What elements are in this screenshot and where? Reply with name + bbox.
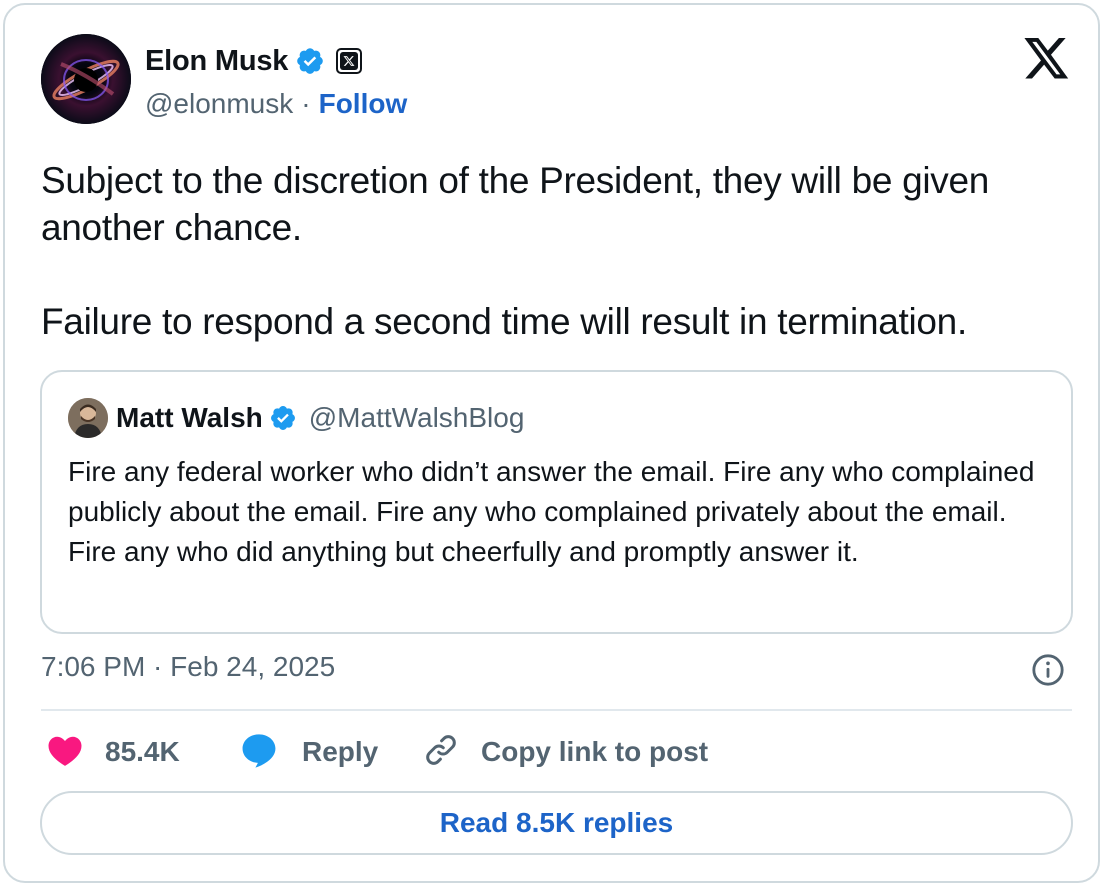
x-logo-icon[interactable] (1024, 38, 1070, 80)
author-handle[interactable]: @elonmusk (145, 88, 293, 120)
reply-button[interactable]: Reply (240, 729, 378, 775)
tweet-timestamp[interactable]: 7:06 PM · Feb 24, 2025 (41, 651, 335, 683)
author-avatar[interactable] (41, 34, 131, 124)
quoted-author-avatar[interactable] (68, 398, 108, 438)
divider (41, 709, 1072, 711)
follow-button[interactable]: Follow (319, 88, 408, 120)
copy-link-button[interactable]: Copy link to post (423, 729, 708, 775)
tweet-paragraph: Subject to the discretion of the Preside… (41, 160, 990, 248)
tweet-text: Subject to the discretion of the Preside… (41, 157, 1086, 345)
info-icon[interactable] (1031, 653, 1065, 687)
separator-dot: · (301, 88, 311, 119)
x-premium-badge-icon (336, 48, 363, 74)
quoted-tweet[interactable]: Matt Walsh @MattWalshBlog Fire any feder… (40, 370, 1073, 634)
author-name-row: Elon Musk (145, 41, 363, 81)
like-count: 85.4K (105, 736, 180, 767)
verified-badge-icon (295, 46, 325, 76)
like-button[interactable]: 85.4K (47, 729, 180, 775)
reply-bubble-icon (240, 732, 278, 773)
quoted-handle[interactable]: @MattWalshBlog (309, 402, 525, 434)
verified-badge-icon (269, 404, 297, 432)
read-replies-button[interactable]: Read 8.5K replies (40, 791, 1073, 855)
quoted-author-row: Matt Walsh @MattWalshBlog (116, 398, 524, 438)
author-handle-row: @elonmusk · Follow (145, 84, 407, 124)
quoted-display-name[interactable]: Matt Walsh (116, 402, 263, 434)
tweet-paragraph: Failure to respond a second time will re… (41, 301, 967, 342)
heart-icon (47, 733, 83, 772)
reply-label: Reply (302, 736, 379, 767)
copy-link-label: Copy link to post (481, 736, 709, 767)
embedded-tweet-card: Elon Musk @elonmusk · Follow Subject to … (3, 3, 1100, 883)
link-icon (423, 732, 459, 773)
author-display-name[interactable]: Elon Musk (145, 45, 288, 78)
quoted-tweet-text: Fire any federal worker who didn’t answe… (68, 456, 1035, 567)
